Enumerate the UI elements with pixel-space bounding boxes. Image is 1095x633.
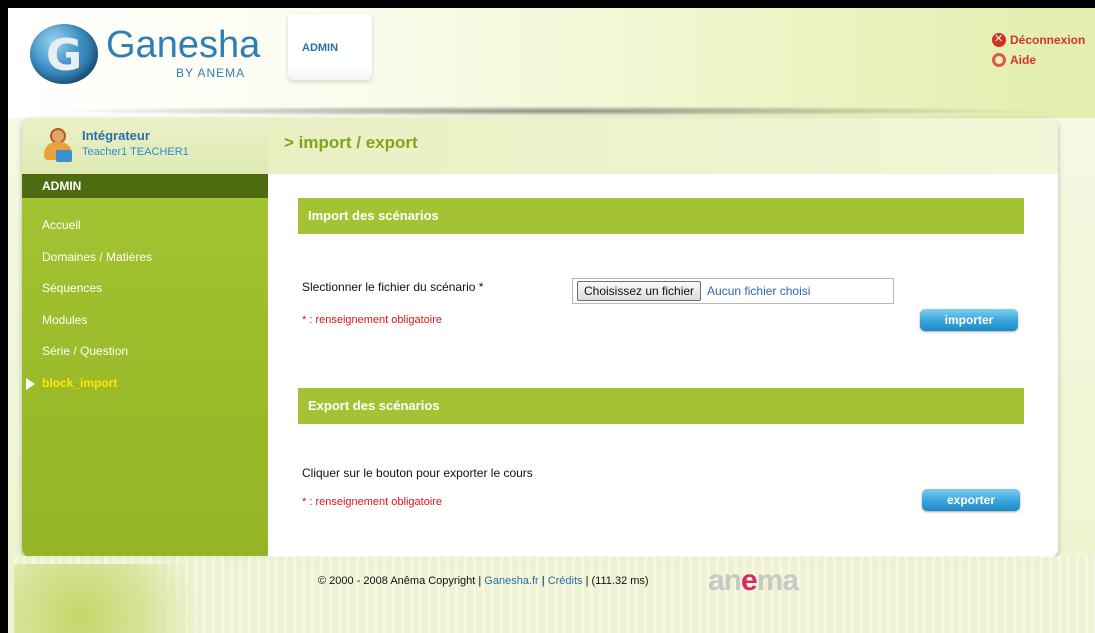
sidebar-item-block-import[interactable]: block_import <box>22 368 268 400</box>
footer-copyright: © 2000 - 2008 Anêma Copyright | <box>318 575 485 587</box>
export-required-note: * : renseignement obligatoire <box>302 496 443 508</box>
logo-emblem-icon: G <box>30 24 98 84</box>
tab-admin[interactable]: ADMIN <box>288 14 372 80</box>
anema-logo-part-1: an <box>708 564 742 597</box>
app-window: G Ganesha BY ANEMA ADMIN Déconnexion Aid… <box>0 0 1095 633</box>
sidebar: Intégrateur Teacher1 TEACHER1 ADMIN Accu… <box>22 118 268 558</box>
import-file-label: Slectionner le fichier du scénario * <box>302 280 484 294</box>
logout-link[interactable]: Déconnexion <box>992 30 1085 50</box>
logo[interactable]: G Ganesha BY ANEMA <box>30 20 280 90</box>
page-title: > import / export <box>284 133 418 152</box>
logo-name: Ganesha <box>106 24 261 66</box>
import-section-header: Import des scénarios <box>298 198 1024 234</box>
sidebar-heading: ADMIN <box>22 174 268 198</box>
sidebar-item-serie-question[interactable]: Série / Question <box>22 336 268 368</box>
sidebar-item-accueil[interactable]: Accueil <box>22 210 268 242</box>
logo-subtitle: BY ANEMA <box>176 66 246 80</box>
close-icon <box>992 32 1006 47</box>
anema-logo: anema <box>708 564 799 598</box>
user-role: Intégrateur <box>82 128 150 143</box>
logout-label: Déconnexion <box>1010 33 1086 47</box>
logo-letter: G <box>46 30 83 81</box>
page-title-bar: > import / export <box>268 118 1058 174</box>
anema-logo-part-3: ma <box>756 564 799 597</box>
sidebar-item-domaines-matieres[interactable]: Domaines / Matières <box>22 242 268 274</box>
anema-logo-part-2: e <box>741 564 758 597</box>
help-link[interactable]: Aide <box>992 50 1085 70</box>
user-avatar-icon <box>44 128 72 162</box>
file-status: Aucun fichier choisi <box>707 284 811 298</box>
header-divider <box>48 106 1048 116</box>
export-instructions: Cliquer sur le bouton pour exporter le c… <box>302 466 533 480</box>
export-button[interactable]: exporter <box>922 489 1020 511</box>
content-area: > import / export Import des scénarios S… <box>268 118 1058 558</box>
footer-link-credits[interactable]: Crédits <box>548 575 583 587</box>
choose-file-button[interactable]: Choisissez un fichier <box>577 281 702 301</box>
footer-text: © 2000 - 2008 Anêma Copyright | Ganesha.… <box>318 575 649 587</box>
footer-link-ganesha[interactable]: Ganesha.fr <box>484 575 538 587</box>
user-name: Teacher1 TEACHER1 <box>82 146 189 158</box>
footer-timing: | (111.32 ms) <box>582 575 649 587</box>
lifebuoy-icon <box>992 53 1006 67</box>
sidebar-item-modules[interactable]: Modules <box>22 305 268 337</box>
sidebar-item-sequences[interactable]: Séquences <box>22 273 268 305</box>
tab-admin-label: ADMIN <box>302 42 339 54</box>
footer-separator: | <box>538 575 548 587</box>
sidebar-nav: Accueil Domaines / Matières Séquences Mo… <box>22 210 268 399</box>
help-label: Aide <box>1010 53 1037 67</box>
export-section-header: Export des scénarios <box>298 388 1024 424</box>
import-button[interactable]: importer <box>920 309 1018 331</box>
scenario-file-input[interactable]: Choisissez un fichier Aucun fichier choi… <box>572 278 894 304</box>
user-box: Intégrateur Teacher1 TEACHER1 <box>22 118 268 174</box>
main-panel: Intégrateur Teacher1 TEACHER1 ADMIN Accu… <box>22 118 1058 558</box>
footer-decoration <box>14 564 234 633</box>
top-links: Déconnexion Aide <box>992 30 1085 70</box>
import-required-note: * : renseignement obligatoire <box>302 314 443 326</box>
